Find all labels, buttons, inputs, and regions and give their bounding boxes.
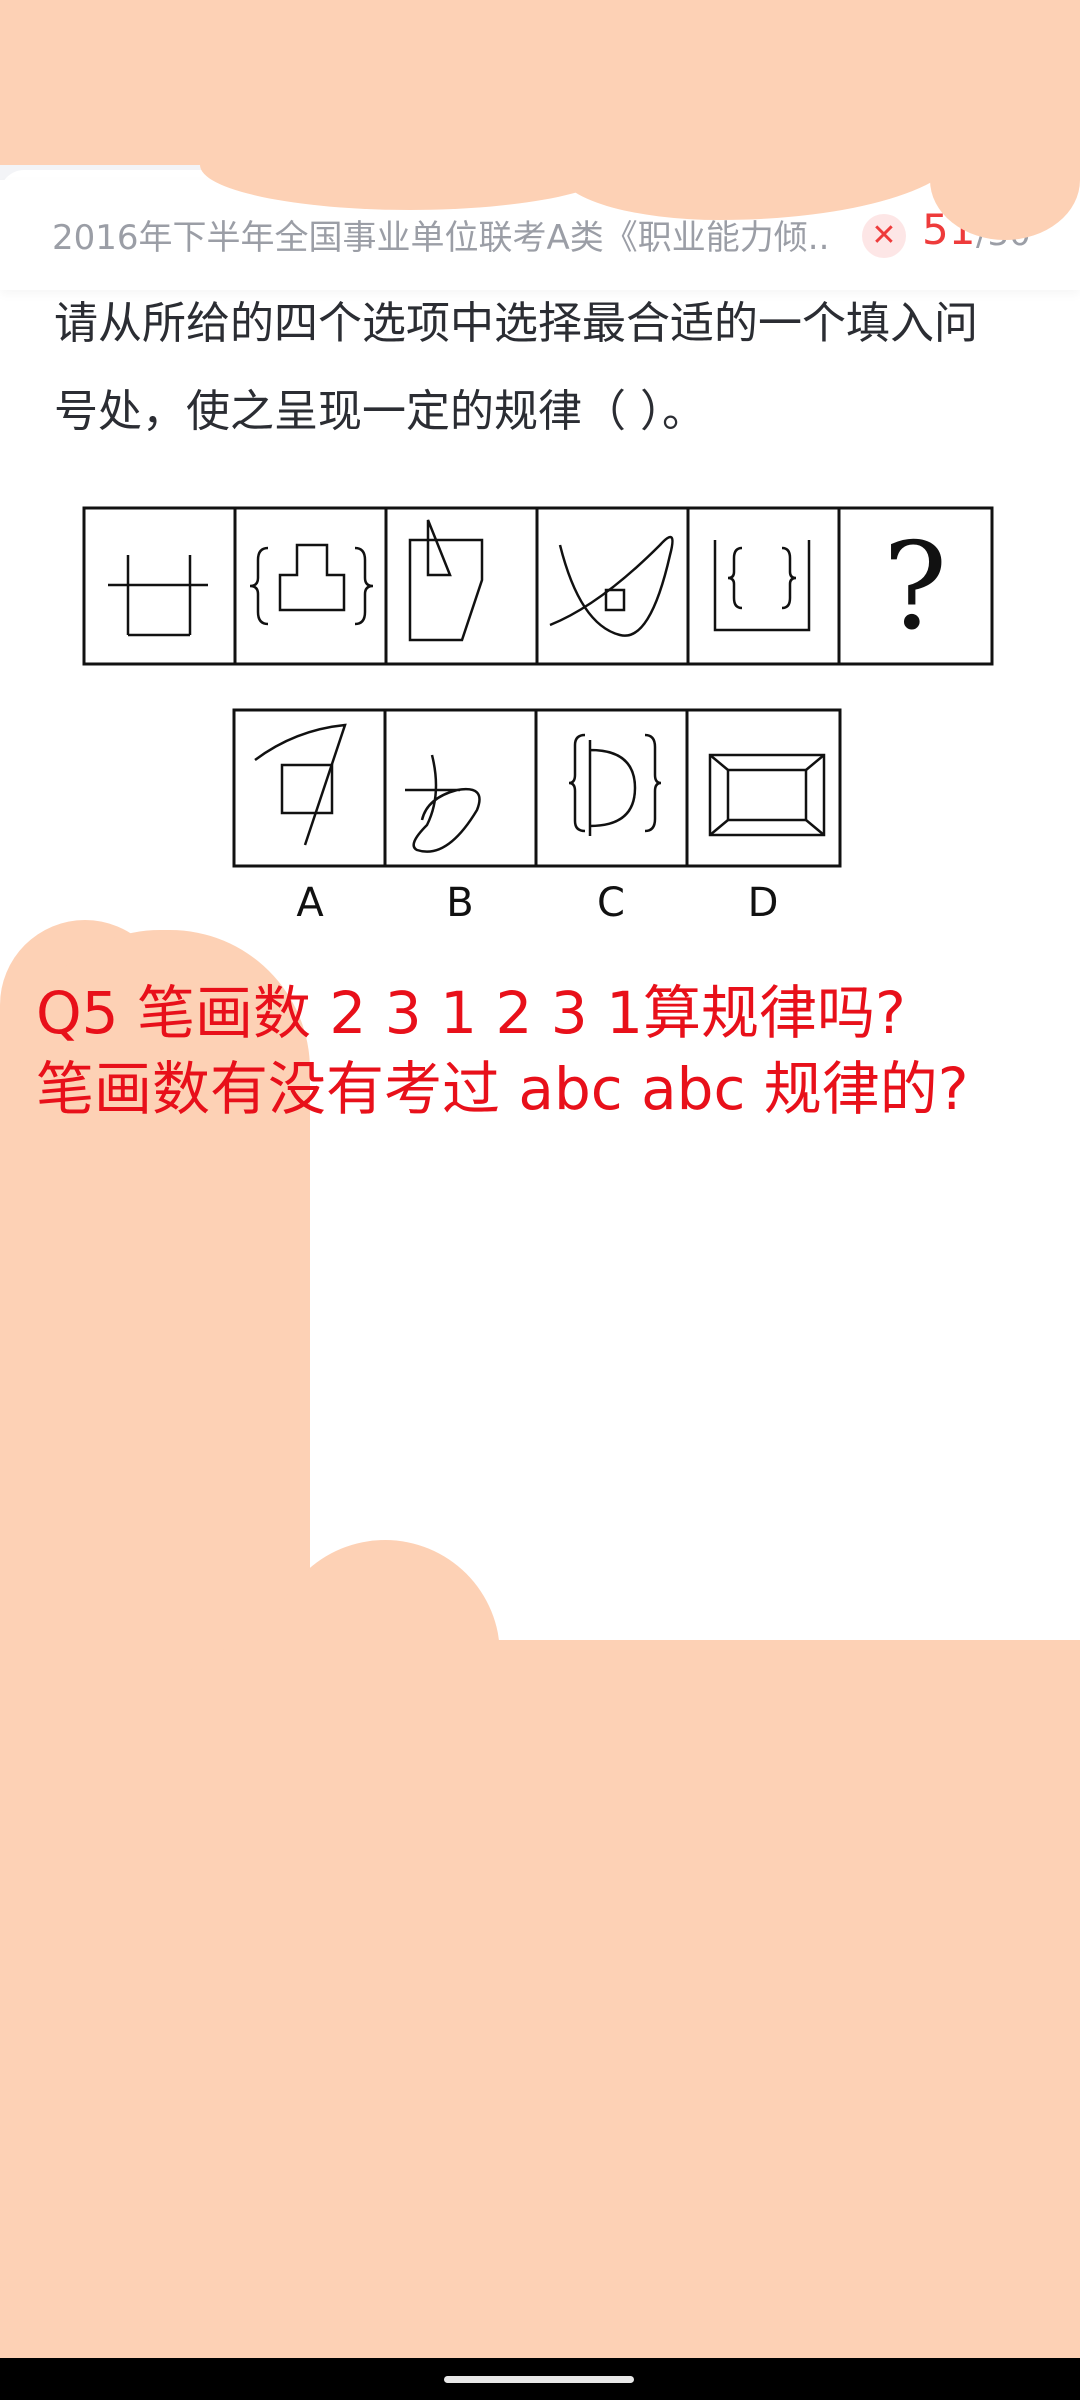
option-figure-c xyxy=(568,733,662,836)
question-figure-1 xyxy=(108,555,208,637)
question-figure-2 xyxy=(249,543,374,626)
option-label-c[interactable]: C xyxy=(581,880,641,926)
option-figure-d xyxy=(708,753,826,837)
option-label-d[interactable]: D xyxy=(733,880,793,926)
option-label-b[interactable]: B xyxy=(430,880,490,926)
annotation-line-1: Q5 笔画数 2 3 1 2 3 1算规律吗? xyxy=(36,979,906,1047)
annotation-line-2: 笔画数有没有考过 abc abc 规律的? xyxy=(36,1055,969,1123)
handwritten-annotation: Q5 笔画数 2 3 1 2 3 1算规律吗? 笔画数有没有考过 abc abc… xyxy=(36,975,1076,1127)
option-figure-b xyxy=(405,754,481,853)
option-label-a[interactable]: A xyxy=(280,880,340,926)
question-mark: ? xyxy=(883,518,947,657)
question-figure-4 xyxy=(549,535,674,637)
question-figure-3 xyxy=(408,519,484,642)
question-figure-5 xyxy=(713,540,811,632)
option-figure-a xyxy=(254,723,347,846)
home-indicator[interactable] xyxy=(444,2376,634,2383)
